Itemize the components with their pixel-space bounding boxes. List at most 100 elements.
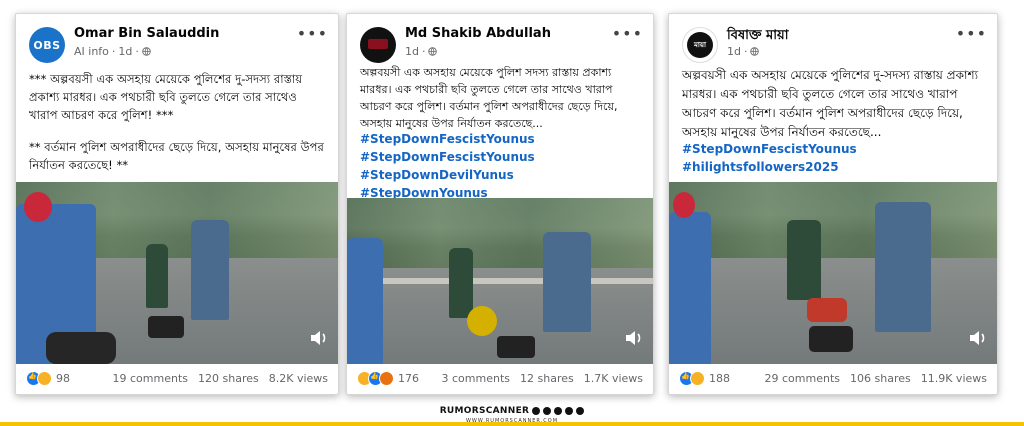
- video-player[interactable]: [16, 182, 338, 364]
- hashtag-link[interactable]: #StepDownFescistYounus: [360, 148, 535, 166]
- hashtag-link[interactable]: #hilightsfollowers2025: [682, 158, 857, 176]
- video-figure: [809, 326, 853, 352]
- speaker-icon[interactable]: [625, 330, 643, 346]
- more-options-icon[interactable]: •••: [612, 24, 643, 43]
- video-figure: [46, 332, 116, 364]
- avatar[interactable]: [360, 27, 396, 63]
- speaker-icon[interactable]: [969, 330, 987, 346]
- video-figure: [24, 192, 52, 222]
- views-count: 1.7K views: [583, 371, 643, 385]
- reaction-count: 188: [709, 371, 730, 385]
- reaction-count: 98: [56, 371, 70, 385]
- comments-count[interactable]: 29 comments: [765, 372, 841, 385]
- brand-logo: RUMORSCANNER: [440, 406, 585, 416]
- video-figure: [669, 212, 711, 364]
- video-figure: [146, 244, 168, 308]
- post-header: OBS Omar Bin Salauddin AI info · 1d · •••: [16, 14, 338, 64]
- globe-icon: [142, 47, 151, 56]
- facebook-post-2: Md Shakib Abdullah 1d · ••• অল্পবয়সী এক …: [346, 13, 654, 395]
- video-player[interactable]: [669, 182, 997, 364]
- video-figure: [497, 336, 535, 358]
- hashtag-list: #StepDownFescistYounus #hilightsfollower…: [682, 140, 857, 176]
- hashtag-list: #StepDownFescistYounus #StepDownFescistY…: [360, 130, 535, 202]
- video-figure: [148, 316, 184, 338]
- hashtag-link[interactable]: #StepDownFescistYounus: [360, 130, 535, 148]
- hashtag-link[interactable]: #StepDownDevilYunus: [360, 166, 535, 184]
- brand-name: RUMORSCANNER: [439, 406, 530, 416]
- video-figure: [673, 192, 695, 218]
- video-figure: [787, 220, 821, 300]
- tiktok-icon: [576, 407, 585, 415]
- post-footer: 176 3 comments 12 shares 1.7K views: [347, 362, 653, 394]
- post-text: *** অল্পবয়সী এক অসহায় মেয়েকে পুলিশের …: [29, 70, 328, 188]
- twitter-icon: [554, 407, 563, 415]
- video-figure: [449, 248, 473, 318]
- reactions[interactable]: 176: [357, 370, 419, 386]
- avatar[interactable]: OBS: [29, 27, 65, 63]
- post-time[interactable]: 1d: [727, 45, 741, 58]
- hashtag-link[interactable]: #StepDownFescistYounus: [682, 140, 857, 158]
- facebook-post-1: OBS Omar Bin Salauddin AI info · 1d · ••• …: [15, 13, 339, 395]
- video-background: [669, 182, 997, 259]
- comments-count[interactable]: 3 comments: [442, 372, 511, 385]
- post-meta: 1d ·: [727, 45, 760, 58]
- views-count: 8.2K views: [268, 371, 328, 385]
- angry-icon: [379, 370, 394, 386]
- shares-count[interactable]: 106 shares: [850, 372, 911, 385]
- meta-separator: ·: [743, 45, 748, 58]
- avatar-text: OBS: [33, 38, 61, 52]
- avatar-logo: মায়া: [687, 32, 713, 58]
- meta-separator: ·: [111, 45, 116, 58]
- reactions[interactable]: 98: [26, 370, 70, 386]
- youtube-icon: [543, 407, 552, 415]
- shares-count[interactable]: 120 shares: [198, 372, 259, 385]
- facebook-post-3: মায়া বিষাক্ত মায়া 1d · ••• অল্পবয়সী এক…: [668, 13, 998, 395]
- sad-icon: [37, 370, 52, 386]
- post-paragraph: ** বর্তমান পুলিশ অপরাধীদের ছেড়ে দিয়ে, …: [29, 140, 324, 172]
- more-options-icon[interactable]: •••: [297, 24, 328, 43]
- video-curb: [347, 278, 653, 285]
- video-figure: [347, 238, 383, 364]
- video-background: [347, 198, 653, 268]
- author-name[interactable]: Omar Bin Salauddin: [74, 26, 219, 41]
- author-name[interactable]: বিষাক্ত মায়া: [727, 26, 788, 47]
- post-header: Md Shakib Abdullah 1d · •••: [347, 14, 653, 64]
- accent-bar: [0, 422, 1024, 426]
- sad-icon: [690, 370, 705, 386]
- post-paragraph: অল্পবয়সী এক অসহায় মেয়েকে পুলিশ সদস্য …: [360, 66, 618, 130]
- ai-info-label[interactable]: AI info: [74, 45, 109, 58]
- video-figure: [875, 202, 931, 332]
- post-footer: 98 19 comments 120 shares 8.2K views: [16, 362, 338, 394]
- post-meta: AI info · 1d ·: [74, 45, 151, 58]
- shares-count[interactable]: 12 shares: [520, 372, 574, 385]
- avatar-text: মায়া: [693, 41, 707, 49]
- post-paragraph: অল্পবয়সী এক অসহায় মেয়েকে পুলিশের দু-স…: [682, 68, 979, 139]
- author-name[interactable]: Md Shakib Abdullah: [405, 26, 551, 41]
- post-meta: 1d ·: [405, 45, 438, 58]
- post-paragraph: *** অল্পবয়সী এক অসহায় মেয়েকে পুলিশের …: [29, 72, 303, 122]
- reactions[interactable]: 188: [679, 370, 730, 386]
- post-footer: 188 29 comments 106 shares 11.9K views: [669, 362, 997, 394]
- video-figure: [191, 220, 229, 320]
- video-player[interactable]: [347, 198, 653, 364]
- globe-icon: [428, 47, 438, 56]
- meta-separator: ·: [135, 45, 139, 58]
- post-time[interactable]: 1d: [118, 45, 132, 58]
- post-time[interactable]: 1d: [405, 45, 419, 58]
- facebook-icon: [532, 407, 541, 415]
- brand-watermark: RUMORSCANNER WWW.RUMORSCANNER.COM: [0, 398, 1024, 424]
- post-header: মায়া বিষাক্ত মায়া 1d · •••: [669, 14, 997, 64]
- speaker-icon[interactable]: [310, 330, 328, 346]
- post-stats: 19 comments 120 shares 8.2K views: [113, 372, 328, 385]
- views-count: 11.9K views: [920, 371, 987, 385]
- post-stats: 3 comments 12 shares 1.7K views: [442, 372, 643, 385]
- avatar[interactable]: মায়া: [682, 27, 718, 63]
- comments-count[interactable]: 19 comments: [113, 372, 189, 385]
- globe-icon: [750, 47, 760, 56]
- more-options-icon[interactable]: •••: [956, 24, 987, 43]
- video-figure: [807, 298, 847, 322]
- video-figure: [543, 232, 591, 332]
- video-figure: [467, 306, 497, 336]
- meta-separator: ·: [421, 45, 426, 58]
- reaction-count: 176: [398, 371, 419, 385]
